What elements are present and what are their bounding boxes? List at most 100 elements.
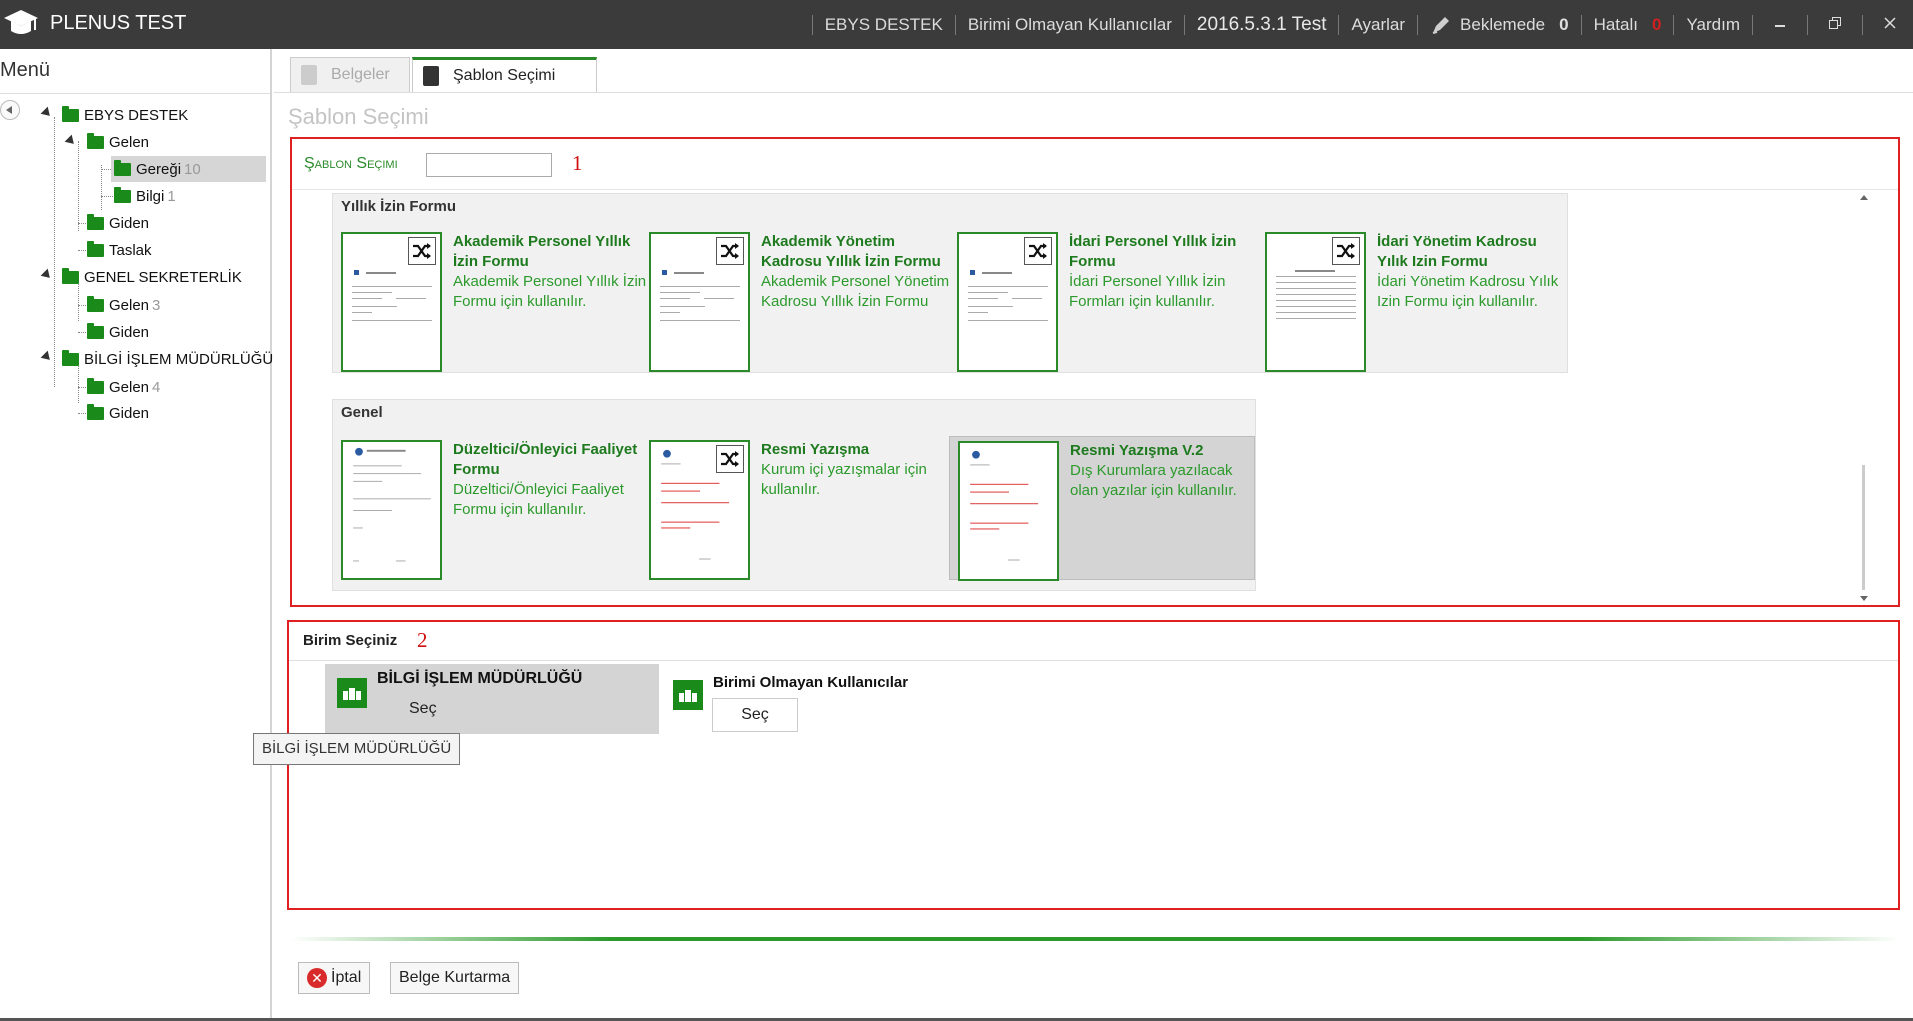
book-icon bbox=[301, 65, 317, 85]
template-thumbnail bbox=[958, 441, 1059, 581]
tree-item-label: Gelen bbox=[109, 378, 150, 396]
shuffle-icon[interactable] bbox=[716, 445, 744, 473]
template-thumbnail bbox=[649, 232, 750, 372]
tree-item-giden[interactable]: Giden bbox=[87, 400, 149, 426]
scroll-down-icon[interactable] bbox=[1860, 596, 1868, 601]
select-unit-button[interactable]: Seç bbox=[712, 698, 798, 732]
template-thumbnail bbox=[341, 232, 442, 372]
menu-title: Menü bbox=[0, 59, 51, 81]
tree-item-gelen[interactable]: Gelen bbox=[87, 129, 149, 155]
folder-icon bbox=[62, 349, 79, 366]
tree-item-label: Bilgi bbox=[136, 187, 165, 205]
template-group-yillik-izin: Yıllık İzin Formu Akademik Personel Yıll… bbox=[332, 193, 1568, 373]
template-card[interactable]: Akademik Yönetim Kadrosu Yıllık İzin For… bbox=[641, 228, 949, 372]
nav-pending[interactable]: Beklemede bbox=[1460, 15, 1545, 35]
folder-icon bbox=[87, 213, 104, 230]
template-title: İdari Yönetim Kadrosu Yılık Izin Formu bbox=[1377, 233, 1537, 270]
shuffle-icon[interactable] bbox=[716, 237, 744, 265]
close-icon[interactable] bbox=[1875, 15, 1905, 35]
template-title: İdari Personel Yıllık İzin Formu bbox=[1069, 233, 1237, 270]
template-card[interactable]: İdari Yönetim Kadrosu Yılık Izin Formu İ… bbox=[1257, 228, 1558, 372]
nav-user-unit[interactable]: EBYS DESTEK bbox=[825, 15, 943, 35]
divider bbox=[290, 937, 1900, 941]
shuffle-icon[interactable] bbox=[408, 237, 436, 265]
app-title: PLENUS TEST bbox=[50, 12, 187, 34]
template-card[interactable]: Düzeltici/Önleyici Faaliyet Formu Düzelt… bbox=[333, 436, 637, 580]
document-preview-icon bbox=[353, 447, 431, 562]
template-title: Düzeltici/Önleyici Faaliyet Formu bbox=[453, 441, 638, 478]
divider bbox=[954, 14, 956, 35]
template-card[interactable]: Resmi Yazışma Kurum içi yazışmalar için … bbox=[641, 436, 941, 580]
select-unit-button[interactable]: Seç bbox=[409, 700, 437, 718]
nav-help[interactable]: Yardım bbox=[1686, 15, 1740, 35]
tree-item-label: Gereği bbox=[136, 160, 182, 178]
unit-card[interactable]: Birimi Olmayan Kullanıcılar Seç bbox=[661, 664, 921, 734]
expand-arrow-icon[interactable] bbox=[40, 106, 54, 120]
minimize-icon[interactable] bbox=[1765, 15, 1795, 35]
nav-unitless-users[interactable]: Birimi Olmayan Kullanıcılar bbox=[968, 15, 1172, 35]
tree-connector bbox=[101, 196, 113, 197]
error-count: 0 bbox=[1651, 14, 1662, 34]
tree-item-label: Giden bbox=[109, 323, 150, 341]
template-search-input[interactable] bbox=[426, 153, 552, 177]
divider bbox=[292, 189, 1898, 190]
top-nav: EBYS DESTEK Birimi Olmayan Kullanıcılar … bbox=[800, 0, 1913, 49]
tree-item-gelen[interactable]: Gelen 4 bbox=[87, 374, 160, 400]
tree-item-genel-sekreterlik[interactable]: GENEL SEKRETERLİK bbox=[62, 264, 242, 290]
group-title: Genel bbox=[341, 404, 383, 421]
group-title: Yıllık İzin Formu bbox=[341, 198, 457, 215]
document-recovery-button[interactable]: Belge Kurtarma bbox=[390, 962, 520, 994]
template-thumbnail bbox=[341, 440, 442, 580]
expand-arrow-icon[interactable] bbox=[64, 134, 78, 148]
unit-name: Birimi Olmayan Kullanıcılar bbox=[713, 674, 909, 691]
top-bar: PLENUS TEST EBYS DESTEK Birimi Olmayan K… bbox=[0, 0, 1913, 49]
expand-arrow-icon[interactable] bbox=[40, 350, 54, 364]
folder-icon bbox=[114, 159, 131, 176]
nav-errors[interactable]: Hatalı bbox=[1594, 15, 1638, 35]
nav-settings[interactable]: Ayarlar bbox=[1351, 15, 1405, 35]
shuffle-icon[interactable] bbox=[1332, 237, 1360, 265]
tree-item-label: GENEL SEKRETERLİK bbox=[84, 268, 242, 286]
scroll-thumb[interactable] bbox=[1862, 465, 1865, 590]
sidebar: Menü EBYS DESTEK Gelen Gereği 10 Bilgi 1… bbox=[0, 49, 273, 1021]
template-selection-section: Şablon Seçimi 1 Yıllık İzin Formu Akadem… bbox=[290, 137, 1900, 607]
tree-item-bilgi-islem[interactable]: BİLGİ İŞLEM MÜDÜRLÜĞÜ bbox=[62, 346, 273, 372]
collapse-sidebar-button[interactable] bbox=[0, 100, 20, 120]
tree-item-geregi[interactable]: Gereği 10 bbox=[111, 156, 266, 182]
template-card[interactable]: İdari Personel Yıllık İzin Formu İdari P… bbox=[949, 228, 1249, 372]
tab-label: Şablon Seçimi bbox=[453, 67, 556, 84]
tree-item-taslak[interactable]: Taslak bbox=[87, 237, 152, 263]
vertical-scrollbar[interactable] bbox=[1856, 193, 1872, 601]
divider bbox=[1183, 14, 1185, 35]
tree-item-ebys-destek[interactable]: EBYS DESTEK bbox=[62, 102, 188, 128]
template-title: Resmi Yazışma bbox=[761, 441, 870, 458]
tab-belgeler[interactable]: Belgeler bbox=[290, 57, 410, 92]
folder-icon bbox=[87, 240, 104, 257]
document-recovery-label: Belge Kurtarma bbox=[399, 969, 511, 986]
template-card-selected[interactable]: Resmi Yazışma V.2 Dış Kurumlara yazılaca… bbox=[949, 436, 1255, 581]
cancel-button[interactable]: ✕ İptal bbox=[298, 962, 371, 994]
tree-item-bilgi[interactable]: Bilgi 1 bbox=[114, 183, 176, 209]
restore-icon[interactable] bbox=[1820, 15, 1850, 35]
tree-item-label: Giden bbox=[109, 214, 150, 232]
tree-item-giden[interactable]: Giden bbox=[87, 319, 149, 345]
tree-item-count: 4 bbox=[152, 378, 161, 396]
tree-item-count: 3 bbox=[152, 296, 161, 314]
expand-arrow-icon[interactable] bbox=[40, 268, 54, 282]
shuffle-icon[interactable] bbox=[1024, 237, 1052, 265]
tree-item-count: 10 bbox=[184, 160, 201, 178]
cancel-x-icon: ✕ bbox=[307, 968, 327, 988]
template-card[interactable]: Akademik Personel Yıllık İzin Formu Akad… bbox=[333, 228, 646, 372]
tree-item-giden[interactable]: Giden bbox=[87, 210, 149, 236]
divider bbox=[1673, 14, 1675, 35]
unit-selection-label: Birim Seçiniz bbox=[303, 632, 398, 649]
divider bbox=[1862, 14, 1863, 35]
tab-sablon-secimi[interactable]: Şablon Seçimi bbox=[412, 57, 597, 92]
tree-item-gelen[interactable]: Gelen 3 bbox=[87, 292, 160, 318]
document-preview-icon bbox=[970, 450, 1039, 561]
scroll-up-icon[interactable] bbox=[1860, 195, 1868, 200]
unit-card-selected[interactable]: BİLGİ İŞLEM MÜDÜRLÜĞÜ Seç bbox=[325, 664, 659, 734]
template-title: Resmi Yazışma V.2 bbox=[1070, 442, 1204, 459]
template-description: Dış Kurumlara yazılacak olan yazılar içi… bbox=[1070, 462, 1237, 499]
divider bbox=[274, 92, 1913, 93]
